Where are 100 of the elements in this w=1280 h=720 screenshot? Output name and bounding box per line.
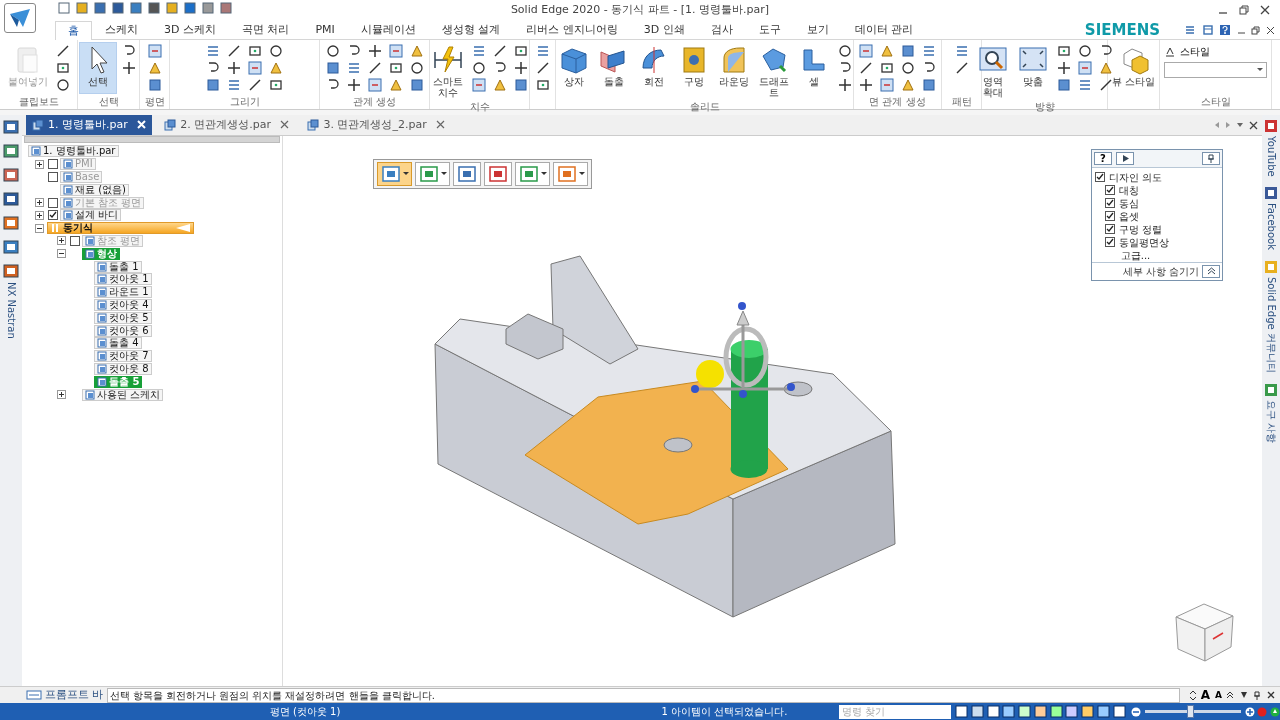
line-tool-icon[interactable] [247,76,263,93]
checkbox[interactable] [47,159,58,170]
toolbar-icon[interactable] [183,1,197,15]
ribbon-button[interactable]: 영역 확대 [973,42,1012,100]
ribbon-tab[interactable]: 곡면 처리 [228,19,303,39]
square-tool-icon[interactable] [247,59,263,76]
cross-tool-icon[interactable] [836,76,853,93]
close-icon[interactable] [436,120,446,130]
advanced-link[interactable]: 고급... [1120,247,1151,263]
tree-section-header[interactable]: 동기식 [47,222,194,235]
expand-icon[interactable] [35,159,44,169]
checkbox[interactable] [1104,224,1115,235]
cross-tool-icon[interactable] [1055,59,1072,76]
close-icon[interactable] [1249,120,1258,130]
panel-icon[interactable] [3,263,19,279]
circle-tool-icon[interactable] [324,42,341,59]
list-icon[interactable] [1184,24,1196,36]
square-tool-icon[interactable] [408,76,425,93]
ribbon-tab[interactable]: 생성형 설계 [428,19,514,39]
tree-item[interactable]: 돌출 4 [94,337,142,350]
close-icon[interactable] [280,120,290,130]
ribbon-button[interactable]: 회전 [634,42,673,89]
toolbar-icon[interactable] [147,1,161,15]
checkbox[interactable] [1104,211,1115,222]
panel-icon[interactable] [3,191,19,207]
ribbon-button[interactable]: 맞춤 [1013,42,1052,89]
line-tool-icon[interactable] [226,42,242,59]
collapse-button[interactable] [1202,264,1220,278]
zoom-in-icon[interactable] [1244,706,1255,717]
tree-item[interactable]: 컷아웃 1 [94,273,152,286]
square-tool-icon[interactable] [879,76,895,93]
status-tool-icon[interactable] [1018,705,1031,718]
tree-item[interactable]: 1. 명령툴바.par [28,145,119,158]
circle-tool-icon[interactable] [54,76,71,93]
tree-item[interactable]: 라운드 1 [94,286,152,299]
command-search-field[interactable]: 명령 찾기 [839,704,951,719]
panel-icon[interactable] [3,119,19,135]
square-tool-icon[interactable] [387,42,404,59]
square-tool-icon[interactable] [146,76,163,93]
command-button[interactable] [515,162,550,186]
circle-tool-icon[interactable] [836,42,853,59]
ribbon-tab[interactable]: 데이터 관리 [841,19,927,39]
ribbon-button[interactable]: 선택 [78,42,117,94]
command-button[interactable] [553,162,588,186]
expand-icon[interactable] [35,210,44,220]
tree-item[interactable]: 컷아웃 8 [94,362,152,375]
ribbon-tab[interactable]: 보기 [793,19,842,39]
toolbar-icon[interactable] [165,1,179,15]
sidebar-link[interactable]: Facebook [1263,203,1279,251]
expand-icon[interactable] [57,236,66,246]
ribbon-button[interactable]: 셀 [794,42,833,89]
status-tool-icon[interactable] [986,705,1000,718]
link-icon[interactable] [1264,186,1278,201]
cross-tool-icon[interactable] [345,76,362,93]
font-size-button[interactable]: A [1199,689,1212,701]
tree-item[interactable]: 컷아웃 4 [94,298,152,311]
restore-icon[interactable] [1239,5,1249,15]
ribbon-button[interactable]: 구멍 [674,42,713,89]
toolbar-icon[interactable] [111,1,125,15]
sidebar-link[interactable]: 요구 사항 [1263,399,1279,443]
checkbox[interactable] [1104,198,1115,209]
window-icon[interactable] [1201,24,1214,36]
ribbon-button[interactable]: 뷰 스타일 [1108,42,1159,89]
circle-tool-icon[interactable] [900,59,916,76]
pin-button[interactable] [1202,152,1220,165]
style-button[interactable]: 스타일 [1164,44,1267,59]
link-icon[interactable] [1264,382,1278,397]
zoom-out-icon[interactable] [1131,707,1141,717]
ribbon-button[interactable]: 상자 [554,42,593,89]
status-tool-icon[interactable] [970,705,984,718]
3d-part-drawing[interactable] [434,255,896,618]
command-button[interactable] [415,162,450,186]
sidebar-link[interactable]: Solid Edge 커뮤니티 [1263,276,1279,373]
ribbon-tab[interactable]: 3D 인쇄 [630,19,698,39]
panel-icon[interactable] [3,167,19,183]
tree-item[interactable]: 돌출 1 [94,260,142,273]
square-tool-icon[interactable] [512,76,529,93]
sidebar-label[interactable]: NX Nastran [3,281,19,339]
checkbox[interactable] [47,210,58,221]
circle-tool-icon[interactable] [408,59,425,76]
cross-tool-icon[interactable] [226,59,242,76]
command-button[interactable] [484,162,512,186]
help-icon[interactable] [1219,24,1231,36]
ribbon-tab[interactable]: PMI [302,19,348,39]
command-button[interactable] [377,162,412,186]
restore-icon[interactable] [1251,25,1260,35]
close-icon[interactable] [1260,5,1270,15]
checkbox[interactable] [1104,185,1115,196]
checkbox[interactable] [47,197,58,208]
expand-icon[interactable] [35,223,44,233]
tree-item[interactable]: 컷아웃 7 [94,350,152,363]
square-tool-icon[interactable] [900,42,916,59]
checkbox[interactable] [1094,172,1105,183]
square-tool-icon[interactable] [921,76,937,93]
view-cube-icon[interactable] [1175,603,1234,662]
sidebar-link[interactable]: YouTube [1263,135,1279,177]
square-tool-icon[interactable] [205,76,221,93]
expand-up-icon[interactable] [1226,691,1234,699]
expand-icon[interactable] [35,198,44,208]
cross-tool-icon[interactable] [858,76,874,93]
